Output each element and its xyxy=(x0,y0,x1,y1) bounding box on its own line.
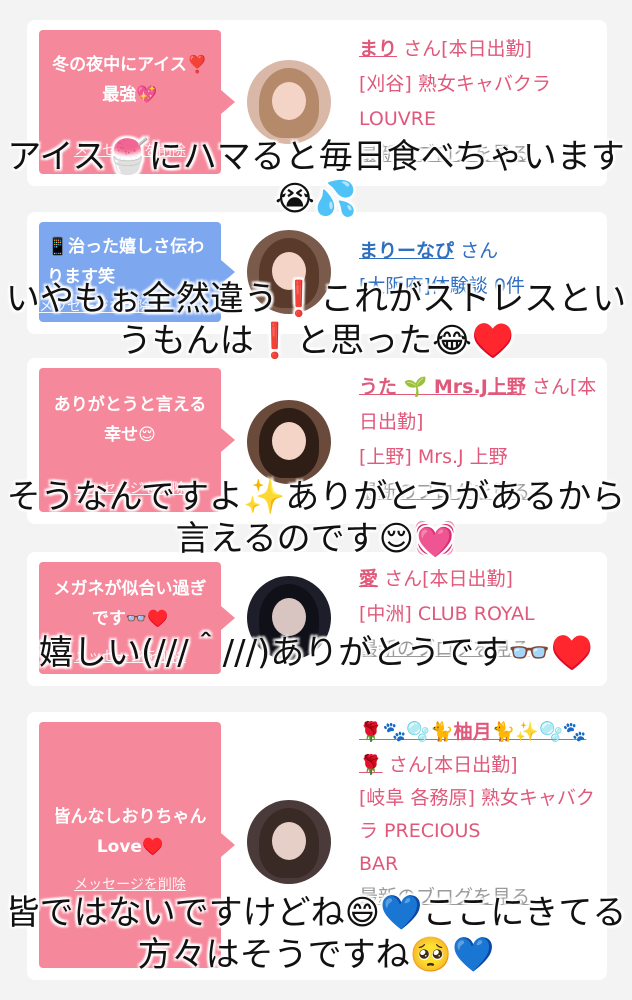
message-text: 冬の夜中にアイス❣️最強💖 xyxy=(52,55,208,105)
avatar[interactable] xyxy=(247,800,331,884)
profile-name-link[interactable]: 愛 xyxy=(359,568,378,590)
caption-overlay: そうなんですよ✨ありがとうがあるから言えるのです😌💓 xyxy=(6,477,626,559)
profile-location: [中洲] CLUB ROYAL xyxy=(359,603,535,625)
message-text: 皆んなしおりちゃんLove♥️ xyxy=(53,807,207,857)
profile-info: 🌹🐾🫧🐈柚月🐈✨🫧🐾🌹 さん[本日出勤] [岐阜 各務原] 熟女キャバクラ PR… xyxy=(359,716,599,914)
profile-location: [上野] Mrs.J 上野 xyxy=(359,446,508,468)
profile-name-link[interactable]: まり xyxy=(359,38,397,60)
message-text: メガネが似合い過ぎです👓♥️ xyxy=(53,579,207,629)
profile-name-link[interactable]: まりーなぴ xyxy=(359,240,454,262)
avatar[interactable] xyxy=(247,400,331,484)
caption-overlay: 皆ではないですけどね😄💙ここにきてる方々はそうですね🥺💙 xyxy=(5,893,627,975)
profile-location: [刈谷] 熟女キャバクラ LOUVRE xyxy=(359,73,551,130)
profile-name-link[interactable]: うた 🌱 Mrs.J上野 xyxy=(359,376,526,398)
profile-status: さん xyxy=(460,240,499,262)
profile-status: さん[本日出勤] xyxy=(388,754,518,776)
message-text: ありがとうと言える幸せ😌 xyxy=(53,395,207,445)
profile-location: [岐阜 各務原] 熟女キャバクラ PRECIOUS xyxy=(359,787,595,842)
profile-location-extra: BAR xyxy=(359,853,399,875)
caption-overlay: いやもぉ全然違う❗️これがストレスというもんは❗️と思った😂♥️ xyxy=(5,279,627,361)
caption-overlay: アイス🍧にハマると毎日食べちゃいます😭💦 xyxy=(7,137,625,219)
avatar[interactable] xyxy=(247,60,331,144)
profile-status: さん[本日出勤] xyxy=(384,568,513,590)
profile-status: さん[本日出勤] xyxy=(403,38,532,60)
caption-overlay: 嬉しい(///＾///)ありがとうです👓♥️ xyxy=(39,633,593,673)
